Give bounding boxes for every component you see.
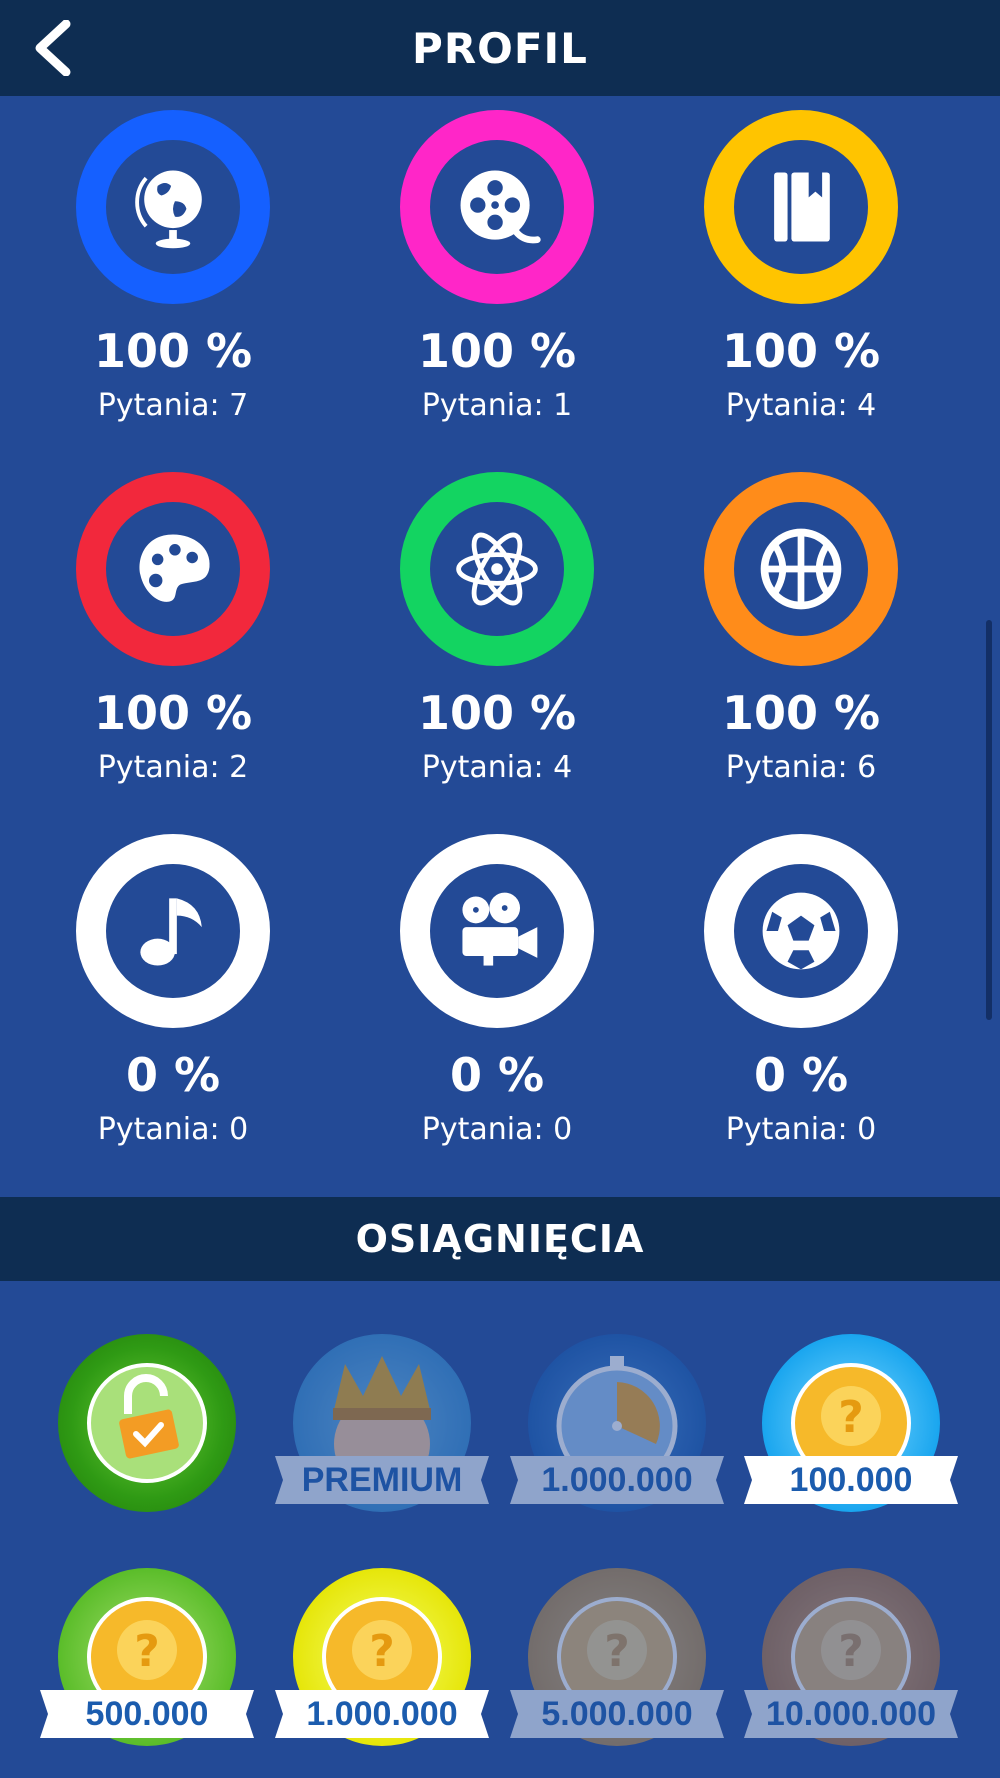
achievement-label: 500.000 [85,1694,209,1733]
achievement-coins-1000000[interactable]: ? 1.000.000 [267,1568,497,1758]
category-sport: 100 % Pytania: 6 [671,472,931,786]
category-percent: 0 % [449,1048,545,1102]
category-stats-grid: 100 % Pytania: 7 100 % Pytania: 1 100 % … [0,96,1000,1196]
category-literature: 100 % Pytania: 4 [671,110,931,424]
category-ring[interactable] [400,110,594,304]
palette-icon [139,534,210,602]
achievement-coins-5000000[interactable]: ? 5.000.000 [502,1568,732,1758]
back-button[interactable] [22,18,82,78]
category-ring[interactable] [704,472,898,666]
movie-camera-icon [462,892,538,966]
basketball-icon [760,528,842,610]
category-film: 100 % Pytania: 1 [367,110,627,424]
scrollbar[interactable] [986,620,992,1020]
category-questions: Pytania: 6 [725,750,877,785]
category-art: 100 % Pytania: 2 [43,472,303,786]
category-percent: 100 % [417,686,577,740]
page-title: PROFIL [412,23,588,73]
achievement-label: 1.000.000 [306,1694,458,1733]
svg-text:?: ? [134,1626,160,1677]
achievement-label: PREMIUM [301,1460,463,1499]
category-percent: 100 % [417,324,577,378]
category-percent: 100 % [93,686,253,740]
category-questions: Pytania: 4 [725,388,877,423]
category-ring[interactable] [400,834,594,1028]
achievement-coins-10000000[interactable]: ? 10.000.000 [736,1568,966,1758]
category-geography: 100 % Pytania: 7 [43,110,303,424]
category-questions: Pytania: 0 [725,1112,877,1147]
category-ring[interactable] [76,472,270,666]
achievement-label: 5.000.000 [541,1694,693,1733]
achievement-label: 1.000.000 [541,1460,693,1499]
film-reel-icon [460,170,541,244]
achievements-header: OSIĄGNIĘCIA [0,1197,1000,1281]
category-cinema: 0 % Pytania: 0 [367,834,627,1148]
header-bar: PROFIL [0,0,1000,96]
book-icon [774,172,830,242]
category-ring[interactable] [76,834,270,1028]
svg-text:?: ? [838,1392,864,1443]
category-questions: Pytania: 2 [97,750,249,785]
soccer-ball-icon [762,892,840,970]
category-percent: 0 % [753,1048,849,1102]
category-science: 100 % Pytania: 4 [367,472,627,786]
category-music: 0 % Pytania: 0 [43,834,303,1148]
achievement-stopwatch[interactable]: 1.000.000 [502,1334,732,1524]
category-ring[interactable] [704,834,898,1028]
svg-text:?: ? [369,1626,395,1677]
atom-icon [456,532,538,606]
achievement-label: 10.000.000 [765,1694,937,1733]
music-note-icon [140,898,202,966]
category-ring[interactable] [704,110,898,304]
category-questions: Pytania: 1 [421,388,573,423]
category-percent: 100 % [93,324,253,378]
achievement-coins-500000[interactable]: ? 500.000 [32,1568,262,1758]
achievement-unlock[interactable] [32,1334,262,1524]
category-ring[interactable] [76,110,270,304]
category-football: 0 % Pytania: 0 [671,834,931,1148]
category-questions: Pytania: 0 [421,1112,573,1147]
category-questions: Pytania: 0 [97,1112,249,1147]
achievement-label: 100.000 [789,1460,913,1499]
category-questions: Pytania: 7 [97,388,249,423]
svg-text:?: ? [838,1626,864,1677]
svg-text:?: ? [604,1626,630,1677]
section-title: OSIĄGNIĘCIA [355,1217,645,1261]
category-questions: Pytania: 4 [421,750,573,785]
category-ring[interactable] [400,472,594,666]
category-percent: 100 % [721,686,881,740]
chevron-left-icon [35,20,71,76]
globe-icon [135,170,202,249]
category-percent: 100 % [721,324,881,378]
unlock-icon [87,1363,207,1483]
category-percent: 0 % [125,1048,221,1102]
achievement-premium[interactable]: PREMIUM [267,1334,497,1524]
achievement-coins-100000[interactable]: ? 100.000 [736,1334,966,1524]
